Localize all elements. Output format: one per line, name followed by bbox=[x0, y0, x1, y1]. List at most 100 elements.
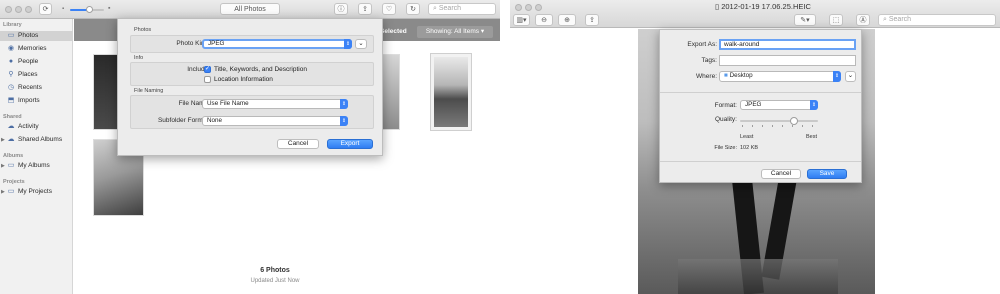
sidebar-item-shared-albums[interactable]: ▶ ☁ Shared Albums bbox=[0, 135, 73, 145]
sidebar-item-label: Photos bbox=[18, 32, 39, 39]
sidebar: Library ▭ Photos ◉ Memories ● People ⚲ Place… bbox=[0, 19, 73, 294]
sidebar-item-label: Shared Albums bbox=[18, 136, 63, 143]
export-button[interactable]: Export bbox=[327, 139, 373, 149]
imports-icon: ⬒ bbox=[7, 97, 15, 104]
sidebar-item-activity[interactable]: ☁ Activity bbox=[0, 122, 73, 132]
title-keywords-label: Title, Keywords, and Description bbox=[214, 66, 307, 73]
sidebar-item-places[interactable]: ⚲ Places bbox=[0, 70, 73, 80]
sidebar-item-label: Recents bbox=[18, 84, 42, 91]
quality-slider[interactable] bbox=[740, 116, 818, 130]
zoom-in-icon[interactable]: ⊕ bbox=[558, 14, 576, 26]
search-placeholder: Search bbox=[438, 5, 462, 12]
projects-icon: ▭ bbox=[7, 188, 15, 195]
search-field[interactable]: ⌕ Search bbox=[428, 3, 496, 15]
quality-least-label: Least bbox=[740, 134, 754, 140]
photo-kind-value: JPEG bbox=[208, 40, 225, 47]
sidebar-toggle-icon[interactable]: ▥▾ bbox=[513, 14, 530, 26]
slider-tick bbox=[762, 125, 763, 127]
cancel-button[interactable]: Cancel bbox=[761, 169, 801, 179]
file-name-popup[interactable]: Use File Name ⇕ bbox=[202, 99, 348, 109]
slider-tick bbox=[812, 125, 813, 127]
disclosure-triangle-icon[interactable]: ▶ bbox=[1, 187, 5, 197]
disclosure-triangle-icon[interactable]: ▶ bbox=[1, 161, 5, 171]
zoom-window-button[interactable] bbox=[535, 4, 542, 11]
sidebar-item-recents[interactable]: ◷ Recents bbox=[0, 83, 73, 93]
sidebar-item-label: People bbox=[18, 58, 39, 65]
view-selector-label: All Photos bbox=[234, 5, 266, 13]
photo-kind-label: Photo Kind: bbox=[176, 40, 210, 47]
disclosure-button[interactable]: ⌄ bbox=[355, 39, 367, 49]
zoom-out-icon[interactable]: ⊖ bbox=[535, 14, 553, 26]
zoom-slider-knob[interactable] bbox=[86, 6, 93, 13]
sidebar-section-albums: Albums bbox=[3, 153, 24, 159]
expand-button[interactable]: ⌄ bbox=[845, 71, 856, 82]
cancel-button[interactable]: Cancel bbox=[277, 139, 319, 149]
location-info-checkbox[interactable] bbox=[204, 76, 211, 83]
close-window-button[interactable] bbox=[5, 6, 12, 13]
subfolder-format-value: None bbox=[207, 117, 223, 124]
share-icon[interactable]: ⇪ bbox=[358, 3, 372, 15]
file-name-value: Use File Name bbox=[207, 100, 249, 107]
zoom-window-button[interactable] bbox=[25, 6, 32, 13]
photos-toolbar: ⟳ ▪ ▪ All Photos ⓘ ⇪ ♡ ↻ ⌕ Search bbox=[0, 0, 500, 19]
people-icon: ● bbox=[8, 58, 14, 65]
heart-icon[interactable]: ♡ bbox=[382, 3, 396, 15]
annotate-icon[interactable]: Ⓐ bbox=[856, 14, 870, 26]
minimize-window-button[interactable] bbox=[525, 4, 532, 11]
save-button[interactable]: Save bbox=[807, 169, 847, 179]
search-field[interactable]: ⌕ Search bbox=[878, 14, 996, 26]
title-keywords-checkbox[interactable]: ✓ bbox=[204, 66, 211, 73]
photo-thumbnail[interactable] bbox=[382, 54, 400, 130]
tags-label: Tags: bbox=[701, 57, 717, 64]
minimize-window-button[interactable] bbox=[15, 6, 22, 13]
sidebar-item-memories[interactable]: ◉ Memories bbox=[0, 44, 73, 54]
share-icon[interactable]: ⇪ bbox=[585, 14, 599, 26]
sidebar-item-imports[interactable]: ⬒ Imports bbox=[0, 96, 73, 106]
sidebar-section-shared: Shared bbox=[3, 114, 22, 120]
small-thumb-icon: ▪ bbox=[62, 6, 65, 12]
sidebar-item-my-albums[interactable]: ▶ ▭ My Albums bbox=[0, 161, 73, 171]
sidebar-item-people[interactable]: ● People bbox=[0, 57, 73, 67]
info-group: Include: ✓ Title, Keywords, and Descript… bbox=[130, 62, 374, 86]
rotate-icon[interactable]: ⬚ bbox=[829, 14, 843, 26]
sidebar-item-my-projects[interactable]: ▶ ▭ My Projects bbox=[0, 187, 73, 197]
search-placeholder: Search bbox=[888, 16, 912, 23]
photo-ground bbox=[678, 259, 838, 294]
format-label: Format: bbox=[714, 102, 737, 109]
photos-group-header: Photos bbox=[134, 27, 152, 33]
tags-field[interactable] bbox=[719, 55, 856, 66]
memories-icon: ◉ bbox=[7, 45, 15, 52]
export-as-label: Export As: bbox=[687, 41, 717, 48]
sidebar-item-label: Places bbox=[18, 71, 38, 78]
markup-pen-icon[interactable]: ✎▾ bbox=[794, 14, 816, 26]
quality-slider-knob[interactable] bbox=[790, 117, 798, 125]
showing-filter-button[interactable]: Showing: All Items ▾ bbox=[417, 26, 493, 38]
chevron-updown-icon: ⇕ bbox=[340, 99, 348, 109]
where-popup[interactable]: ■ Desktop ⇕ bbox=[719, 71, 841, 82]
photo-thumbnail[interactable] bbox=[93, 54, 119, 130]
large-thumb-icon: ▪ bbox=[108, 5, 111, 12]
close-window-button[interactable] bbox=[515, 4, 522, 11]
rotate-icon[interactable]: ⟳ bbox=[39, 3, 52, 15]
zoom-slider[interactable] bbox=[70, 6, 104, 13]
divider bbox=[660, 161, 861, 162]
view-selector[interactable]: All Photos bbox=[220, 3, 280, 15]
sidebar-item-photos[interactable]: ▭ Photos bbox=[0, 31, 73, 41]
photo-kind-popup[interactable]: JPEG ⇕ bbox=[202, 39, 352, 49]
format-popup[interactable]: JPEG ⇕ bbox=[740, 100, 818, 110]
disclosure-triangle-icon[interactable]: ▶ bbox=[1, 135, 5, 145]
info-icon[interactable]: ⓘ bbox=[334, 3, 348, 15]
format-value: JPEG bbox=[745, 101, 762, 108]
albums-icon: ▭ bbox=[7, 162, 15, 169]
photos-icon: ▭ bbox=[7, 32, 15, 39]
naming-group: File Name: Use File Name ⇕ Subfolder Form… bbox=[130, 95, 374, 129]
photos-group: Photo Kind: JPEG ⇕ ⌄ bbox=[130, 35, 374, 53]
rotate-photo-icon[interactable]: ↻ bbox=[406, 3, 420, 15]
chevron-down-icon: ⌄ bbox=[358, 40, 364, 47]
preview-window: ▯ 2012-01-19 17.06.25.HEIC ▥▾ ⊖ ⊕ ⇪ ✎▾ ⬚… bbox=[510, 0, 1000, 294]
export-as-field[interactable]: walk-around bbox=[719, 39, 856, 50]
subfolder-format-popup[interactable]: None ⇕ bbox=[202, 116, 348, 126]
quality-slider-track bbox=[740, 120, 818, 122]
photo-thumbnail-car[interactable] bbox=[430, 53, 472, 131]
photo-count: 6 Photos bbox=[260, 267, 290, 274]
